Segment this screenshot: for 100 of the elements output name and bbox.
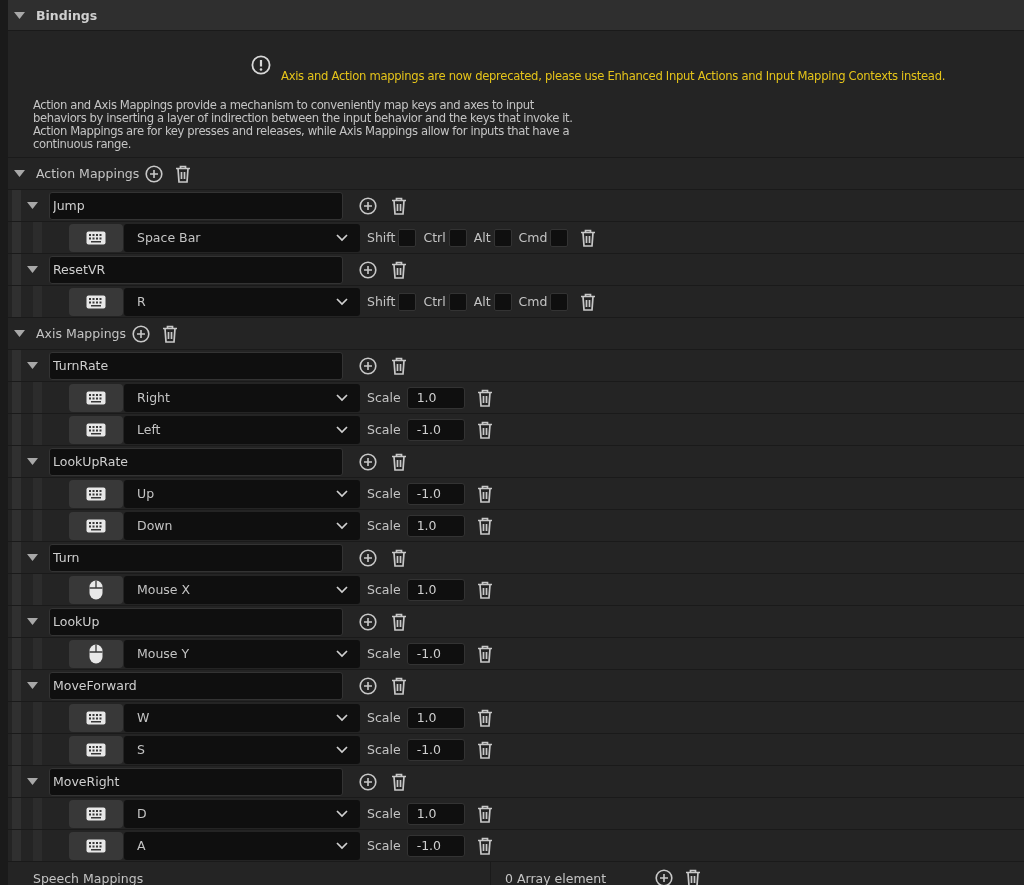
scale-field[interactable]: -1.0 xyxy=(406,834,465,857)
scale-field[interactable]: -1.0 xyxy=(406,642,465,665)
scale-field[interactable]: -1.0 xyxy=(406,418,465,441)
key-capture-button[interactable] xyxy=(69,575,123,604)
delete-icon[interactable] xyxy=(391,612,407,631)
key-dropdown[interactable]: S xyxy=(124,735,360,764)
scale-field[interactable]: 1.0 xyxy=(406,802,465,825)
key-capture-button[interactable] xyxy=(69,799,123,828)
add-icon[interactable] xyxy=(359,452,377,471)
expander-triangle-icon[interactable] xyxy=(27,362,38,369)
expander-triangle-icon[interactable] xyxy=(27,618,38,625)
scale-field[interactable]: 1.0 xyxy=(406,706,465,729)
modifier-checkbox[interactable] xyxy=(550,292,569,311)
expander-triangle-icon[interactable] xyxy=(14,330,25,337)
key-dropdown[interactable]: R xyxy=(124,287,360,316)
delete-icon[interactable] xyxy=(476,836,493,855)
add-icon[interactable] xyxy=(359,548,377,567)
scale-field[interactable]: 1.0 xyxy=(406,514,465,537)
delete-icon[interactable] xyxy=(580,292,597,311)
delete-icon[interactable] xyxy=(476,644,493,663)
modifier-checkbox[interactable] xyxy=(448,228,467,247)
delete-icon[interactable] xyxy=(476,804,493,823)
delete-icon[interactable] xyxy=(476,388,493,407)
mapping-name-field[interactable]: Turn xyxy=(49,543,343,572)
keyboard-icon xyxy=(86,518,106,533)
key-capture-button[interactable] xyxy=(69,511,123,540)
expander-triangle-icon[interactable] xyxy=(27,266,38,273)
mapping-name-field[interactable]: LookUp xyxy=(49,607,343,636)
add-icon[interactable] xyxy=(359,612,377,631)
key-capture-button[interactable] xyxy=(69,831,123,860)
mapping-name-field[interactable]: ResetVR xyxy=(49,255,343,284)
delete-icon[interactable] xyxy=(175,164,192,183)
key-dropdown[interactable]: A xyxy=(124,831,360,860)
expander-triangle-icon[interactable] xyxy=(27,682,38,689)
modifier-checkbox[interactable] xyxy=(493,292,512,311)
scale-field[interactable]: 1.0 xyxy=(406,386,465,409)
add-icon[interactable] xyxy=(132,324,151,343)
delete-icon[interactable] xyxy=(580,228,597,247)
delete-icon[interactable] xyxy=(391,356,407,375)
modifier-checkbox[interactable] xyxy=(448,292,467,311)
key-dropdown[interactable]: Up xyxy=(124,479,360,508)
key-dropdown[interactable]: Right xyxy=(124,383,360,412)
scale-label: Scale xyxy=(367,486,401,501)
expander-triangle-icon[interactable] xyxy=(14,170,25,177)
delete-icon[interactable] xyxy=(685,869,701,885)
scale-field[interactable]: -1.0 xyxy=(406,738,465,761)
delete-icon[interactable] xyxy=(391,196,407,215)
delete-icon[interactable] xyxy=(391,676,407,695)
expander-triangle-icon[interactable] xyxy=(27,458,38,465)
mapping-name-field[interactable]: LookUpRate xyxy=(49,447,343,476)
key-dropdown[interactable]: Mouse Y xyxy=(124,639,360,668)
scale-field[interactable]: -1.0 xyxy=(406,482,465,505)
expander-triangle-icon[interactable] xyxy=(14,11,25,19)
delete-icon[interactable] xyxy=(391,452,407,471)
delete-icon[interactable] xyxy=(391,260,407,279)
scale-label: Scale xyxy=(367,582,401,597)
chevron-down-icon xyxy=(336,425,348,434)
add-icon[interactable] xyxy=(359,772,377,791)
key-capture-button[interactable] xyxy=(69,223,123,252)
mapping-name-field[interactable]: MoveForward xyxy=(49,671,343,700)
add-icon[interactable] xyxy=(359,356,377,375)
key-capture-button[interactable] xyxy=(69,703,123,732)
delete-icon[interactable] xyxy=(476,484,493,503)
expander-triangle-icon[interactable] xyxy=(27,554,38,561)
modifier-label: Ctrl xyxy=(423,230,446,245)
modifier-checkbox[interactable] xyxy=(493,228,512,247)
add-icon[interactable] xyxy=(145,164,164,183)
mapping-name-field[interactable]: Jump xyxy=(49,191,343,220)
add-icon[interactable] xyxy=(359,676,377,695)
key-capture-button[interactable] xyxy=(69,479,123,508)
key-dropdown[interactable]: Left xyxy=(124,415,360,444)
scale-field[interactable]: 1.0 xyxy=(406,578,465,601)
mapping-name-field[interactable]: TurnRate xyxy=(49,351,343,380)
modifier-checkbox[interactable] xyxy=(398,228,417,247)
key-capture-button[interactable] xyxy=(69,415,123,444)
key-dropdown[interactable]: Space Bar xyxy=(124,223,360,252)
delete-icon[interactable] xyxy=(476,420,493,439)
key-dropdown[interactable]: W xyxy=(124,703,360,732)
delete-icon[interactable] xyxy=(476,516,493,535)
key-dropdown[interactable]: Down xyxy=(124,511,360,540)
delete-icon[interactable] xyxy=(391,772,407,791)
mapping-name-field[interactable]: MoveRight xyxy=(49,767,343,796)
expander-triangle-icon[interactable] xyxy=(27,778,38,785)
modifier-checkbox[interactable] xyxy=(550,228,569,247)
add-icon[interactable] xyxy=(655,869,673,885)
delete-icon[interactable] xyxy=(476,580,493,599)
delete-icon[interactable] xyxy=(162,324,179,343)
delete-icon[interactable] xyxy=(476,708,493,727)
key-capture-button[interactable] xyxy=(69,287,123,316)
delete-icon[interactable] xyxy=(476,740,493,759)
key-capture-button[interactable] xyxy=(69,639,123,668)
delete-icon[interactable] xyxy=(391,548,407,567)
expander-triangle-icon[interactable] xyxy=(27,202,38,209)
add-icon[interactable] xyxy=(359,260,377,279)
key-dropdown[interactable]: Mouse X xyxy=(124,575,360,604)
key-capture-button[interactable] xyxy=(69,735,123,764)
modifier-checkbox[interactable] xyxy=(398,292,417,311)
key-capture-button[interactable] xyxy=(69,383,123,412)
add-icon[interactable] xyxy=(359,196,377,215)
key-dropdown[interactable]: D xyxy=(124,799,360,828)
